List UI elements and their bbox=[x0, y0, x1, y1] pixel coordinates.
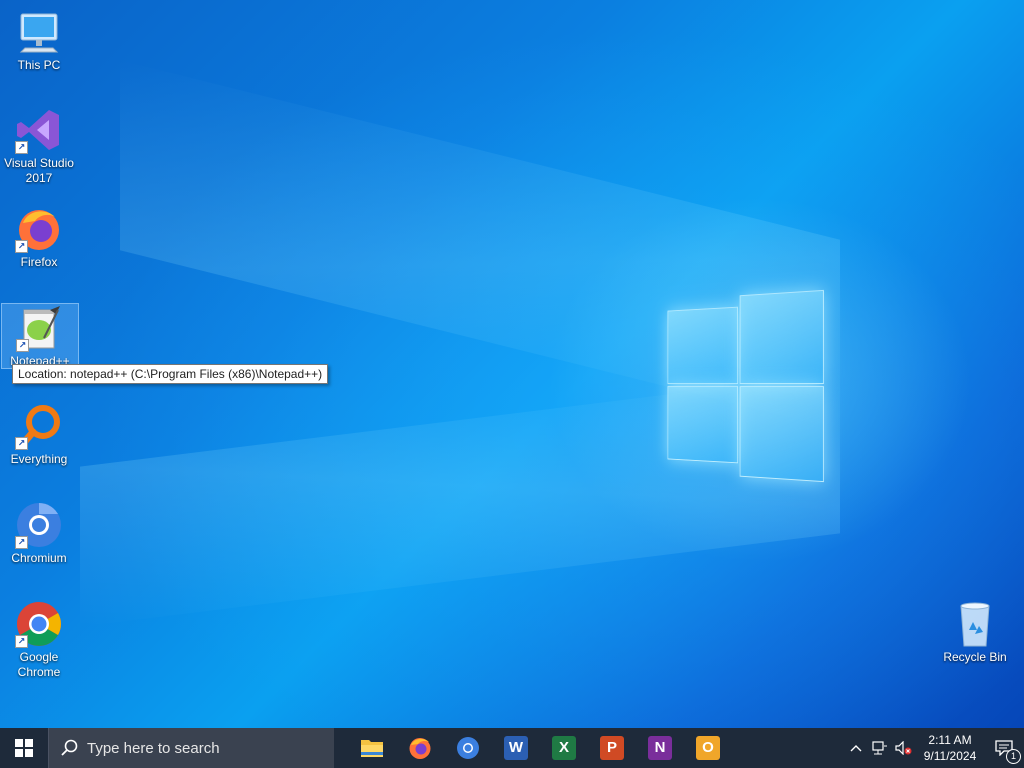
desktop-icon-recycle-bin[interactable]: Recycle Bin bbox=[937, 600, 1013, 665]
desktop-icon-label: Everything bbox=[10, 452, 68, 466]
powerpoint-icon: P bbox=[600, 736, 624, 760]
volume-muted-icon[interactable] bbox=[892, 728, 916, 768]
shortcut-arrow-icon: ↗ bbox=[15, 141, 28, 154]
taskbar-app-powerpoint[interactable]: P bbox=[588, 728, 636, 768]
word-icon: W bbox=[504, 736, 528, 760]
desktop-icon-everything[interactable]: ↗ Everything bbox=[1, 402, 77, 467]
shortcut-arrow-icon: ↗ bbox=[15, 240, 28, 253]
desktop[interactable]: This PC ↗ Visual Studio 2017 ↗ Firefox ↗… bbox=[0, 0, 1024, 728]
desktop-icon-label: Firefox bbox=[20, 255, 58, 269]
chevron-up-icon[interactable] bbox=[844, 728, 868, 768]
desktop-icon-chromium[interactable]: ↗ Chromium bbox=[1, 501, 77, 566]
search-icon bbox=[61, 739, 78, 756]
notepadpp-icon: ↗ bbox=[16, 304, 64, 352]
monitor-icon bbox=[15, 8, 63, 56]
shortcut-arrow-icon: ↗ bbox=[15, 437, 28, 450]
shortcut-arrow-icon: ↗ bbox=[15, 635, 28, 648]
taskbar-app-file-explorer[interactable] bbox=[348, 728, 396, 768]
taskbar-app-firefox[interactable] bbox=[396, 728, 444, 768]
desktop-icon-notepadpp[interactable]: ↗ Notepad++ bbox=[1, 303, 79, 369]
clock-date: 9/11/2024 bbox=[923, 749, 977, 763]
recycle-bin-icon bbox=[951, 600, 999, 648]
shortcut-arrow-icon: ↗ bbox=[16, 339, 29, 352]
outlook-icon: O bbox=[696, 736, 720, 760]
taskbar-app-outlook[interactable]: O bbox=[684, 728, 732, 768]
pinned-apps: W X P N O bbox=[348, 728, 732, 768]
search-placeholder: Type here to search bbox=[87, 739, 220, 757]
chromium-icon bbox=[457, 737, 479, 759]
start-button[interactable] bbox=[0, 728, 48, 768]
folder-icon bbox=[361, 740, 383, 757]
clock-time: 2:11 AM bbox=[928, 733, 972, 747]
desktop-icon-visual-studio[interactable]: ↗ Visual Studio 2017 bbox=[1, 106, 77, 186]
visual-studio-icon: ↗ bbox=[15, 106, 63, 154]
onenote-icon: N bbox=[648, 736, 672, 760]
taskbar-search-box[interactable]: Type here to search bbox=[48, 728, 334, 768]
firefox-icon: ↗ bbox=[15, 205, 63, 253]
notification-count-badge: 1 bbox=[1006, 749, 1021, 764]
taskbar-app-excel[interactable]: X bbox=[540, 728, 588, 768]
taskbar-app-word[interactable]: W bbox=[492, 728, 540, 768]
windows-logo-icon bbox=[15, 739, 33, 757]
windows-logo-wallpaper bbox=[667, 289, 824, 483]
desktop-icon-label: Visual Studio 2017 bbox=[4, 156, 74, 185]
desktop-icon-google-chrome[interactable]: ↗ Google Chrome bbox=[1, 600, 77, 680]
desktop-icon-label: This PC bbox=[17, 58, 61, 72]
network-icon[interactable] bbox=[868, 728, 892, 768]
taskbar-app-onenote[interactable]: N bbox=[636, 728, 684, 768]
shortcut-arrow-icon: ↗ bbox=[15, 536, 28, 549]
chrome-icon: ↗ bbox=[15, 600, 63, 648]
firefox-icon bbox=[409, 738, 431, 759]
action-center-button[interactable]: 1 bbox=[984, 728, 1024, 768]
desktop-icon-label: Google Chrome bbox=[17, 650, 61, 679]
search-magnifier-icon: ↗ bbox=[15, 402, 63, 450]
desktop-icon-firefox[interactable]: ↗ Firefox bbox=[1, 205, 77, 270]
icon-location-tooltip: Location: notepad++ (C:\Program Files (x… bbox=[12, 364, 329, 384]
excel-icon: X bbox=[552, 736, 576, 760]
chromium-icon: ↗ bbox=[15, 501, 63, 549]
desktop-icon-this-pc[interactable]: This PC bbox=[1, 8, 77, 73]
taskbar-clock[interactable]: 2:11 AM 9/11/2024 bbox=[916, 732, 984, 764]
desktop-icon-label: Recycle Bin bbox=[943, 650, 1007, 664]
system-tray: 2:11 AM 9/11/2024 1 bbox=[844, 728, 1024, 768]
desktop-icon-label: Chromium bbox=[11, 551, 67, 565]
taskbar: Type here to search W X P N O 2:11 AM 9/… bbox=[0, 728, 1024, 768]
taskbar-app-chromium[interactable] bbox=[444, 728, 492, 768]
